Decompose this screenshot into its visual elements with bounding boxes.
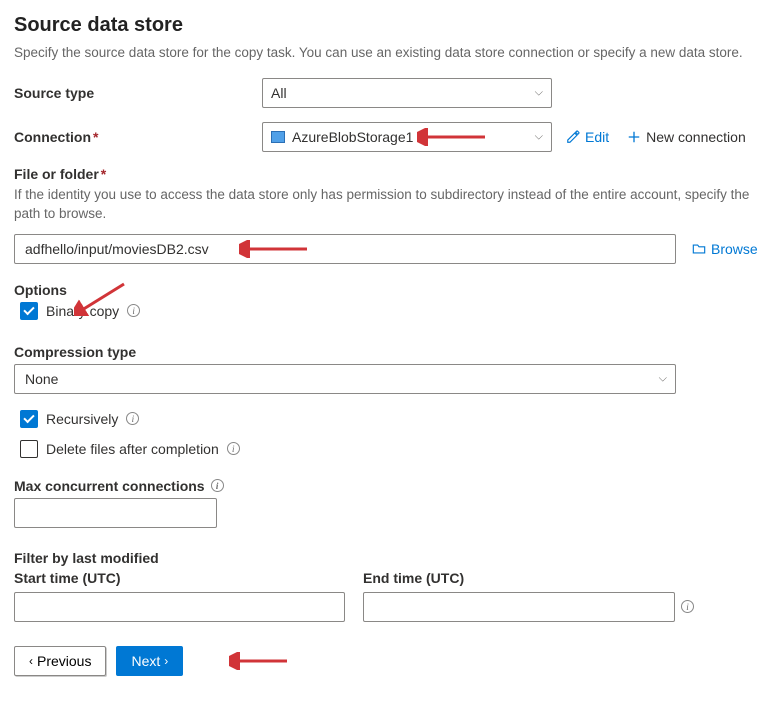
annotation-arrow-icon — [417, 128, 487, 146]
folder-icon — [692, 242, 706, 256]
delete-after-label: Delete files after completion — [46, 441, 219, 457]
chevron-down-icon: ⌵ — [535, 131, 543, 144]
file-folder-help: If the identity you use to access the da… — [14, 186, 764, 224]
info-icon[interactable] — [126, 412, 139, 425]
pencil-icon — [566, 130, 580, 144]
end-time-label: End time (UTC) — [363, 570, 694, 586]
browse-button[interactable]: Browse — [688, 239, 762, 259]
file-folder-label: File or folder* — [14, 166, 764, 182]
previous-label: Previous — [37, 653, 91, 669]
chevron-down-icon: ⌵ — [535, 87, 543, 100]
recursively-label: Recursively — [46, 411, 118, 427]
edit-connection-button[interactable]: Edit — [562, 127, 613, 147]
chevron-right-icon: › — [164, 654, 168, 668]
source-type-select[interactable]: All ⌵ — [262, 78, 552, 108]
required-asterisk: * — [101, 166, 106, 182]
compression-select[interactable]: None ⌵ — [14, 364, 676, 394]
annotation-arrow-icon — [74, 280, 129, 316]
source-type-value: All — [271, 85, 287, 101]
file-folder-input[interactable] — [14, 234, 676, 264]
max-conn-input[interactable] — [14, 498, 217, 528]
compression-value: None — [25, 371, 58, 387]
info-icon[interactable] — [227, 442, 240, 455]
annotation-arrow-icon — [229, 652, 289, 670]
next-button[interactable]: Next › — [116, 646, 183, 676]
delete-after-checkbox[interactable] — [20, 440, 38, 458]
end-time-input[interactable] — [363, 592, 675, 622]
plus-icon — [627, 130, 641, 144]
chevron-left-icon: ‹ — [29, 654, 33, 668]
start-time-input[interactable] — [14, 592, 345, 622]
required-asterisk: * — [93, 129, 98, 145]
info-icon[interactable] — [681, 600, 694, 613]
info-icon[interactable] — [211, 479, 224, 492]
page-subtitle: Specify the source data store for the co… — [14, 45, 764, 60]
browse-label: Browse — [711, 241, 758, 257]
connection-value: AzureBlobStorage1 — [292, 129, 413, 145]
azure-blob-icon — [271, 131, 285, 143]
connection-label: Connection* — [14, 129, 252, 145]
recursively-checkbox[interactable] — [20, 410, 38, 428]
chevron-down-icon: ⌵ — [659, 372, 667, 385]
page-title: Source data store — [14, 14, 764, 37]
filter-label: Filter by last modified — [14, 550, 764, 566]
connection-select[interactable]: AzureBlobStorage1 ⌵ — [262, 122, 552, 152]
next-label: Next — [131, 653, 160, 669]
compression-label: Compression type — [14, 344, 764, 360]
edit-label: Edit — [585, 129, 609, 145]
new-connection-button[interactable]: New connection — [623, 127, 750, 147]
start-time-label: Start time (UTC) — [14, 570, 345, 586]
previous-button[interactable]: ‹ Previous — [14, 646, 106, 676]
max-conn-label: Max concurrent connections — [14, 478, 205, 494]
info-icon[interactable] — [127, 304, 140, 317]
new-connection-label: New connection — [646, 129, 746, 145]
binary-copy-checkbox[interactable] — [20, 302, 38, 320]
source-type-label: Source type — [14, 85, 252, 101]
annotation-arrow-icon — [239, 240, 309, 258]
